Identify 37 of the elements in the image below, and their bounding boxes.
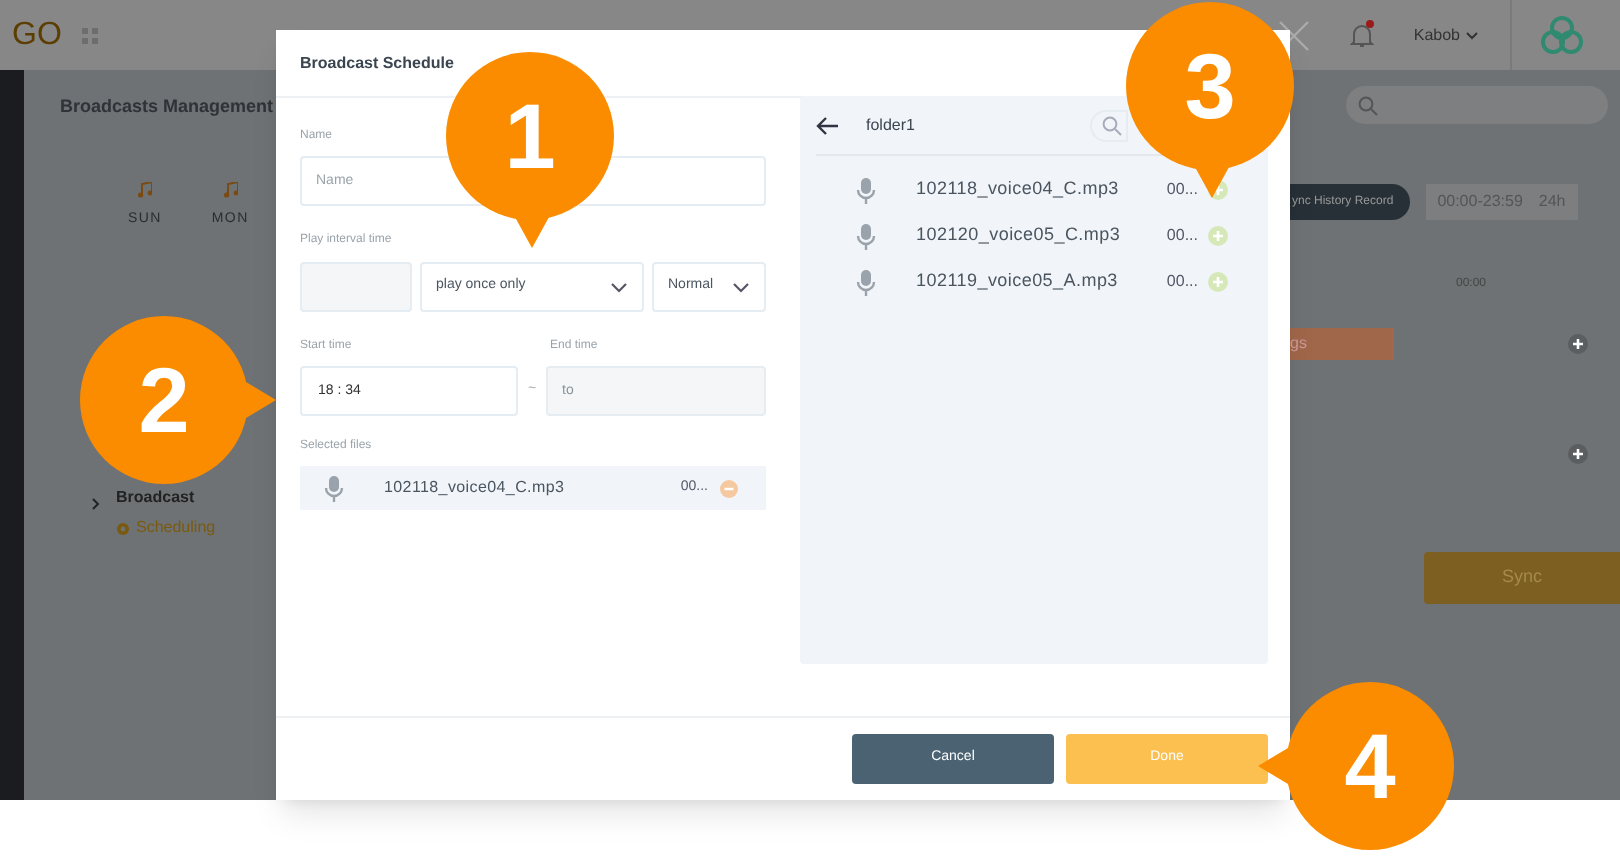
rings-logo-icon [1540,15,1584,55]
add-icon[interactable] [1568,334,1588,354]
folder-name: folder1 [866,113,915,137]
file-name: 102120_voice05_C.mp3 [916,222,1121,249]
chevron-down-icon [1466,31,1478,39]
file-duration: 00... [1166,270,1198,294]
user-menu[interactable]: Kabob [1413,23,1478,47]
bell-icon[interactable] [1349,22,1374,48]
microphone-icon [856,223,876,249]
gear-icon [116,521,130,535]
music-note-icon [223,181,238,197]
remove-icon[interactable] [720,479,738,497]
status-label: Scheduling [136,516,216,540]
dialog-title: Broadcast Schedule [300,51,454,75]
music-note-icon [137,181,152,197]
chevron-down-icon [732,281,750,293]
logo: GO [12,15,62,55]
chevron-down-icon [610,281,628,293]
back-arrow-icon[interactable] [816,115,840,135]
file-name: 102118_voice04_C.mp3 [916,176,1119,203]
microphone-icon [324,475,344,501]
search-field[interactable] [1090,109,1128,141]
apps-icon[interactable] [81,27,98,43]
tree-item[interactable]: Broadcast [116,486,216,510]
microphone-icon [856,269,876,295]
search-icon [1102,115,1122,135]
add-icon[interactable] [1568,444,1588,464]
event-bar[interactable]: gs [1290,328,1394,360]
file-name: 102119_voice05_A.mp3 [916,268,1118,295]
file-duration: 00... [1166,178,1198,202]
breadcrumb: Broadcasts Management [60,94,276,120]
file-duration: 00... [1166,224,1198,248]
interval-field[interactable] [300,262,412,312]
chevron-right-icon[interactable] [92,498,100,510]
microphone-icon [856,177,876,203]
search-icon[interactable] [1358,95,1378,115]
file-name: 102118_voice04_C.mp3 [384,476,565,500]
